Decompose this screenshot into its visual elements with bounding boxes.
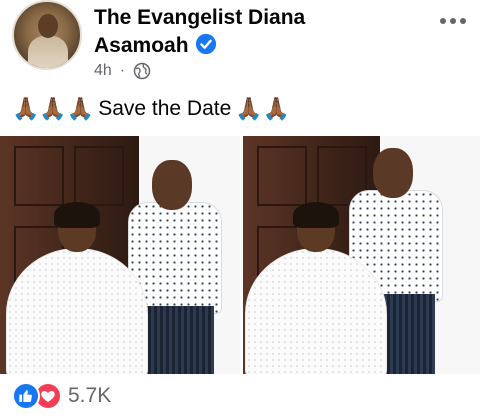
more-dot (450, 18, 456, 24)
avatar-face (38, 14, 58, 38)
man-head (373, 148, 413, 198)
woman-hair (54, 202, 100, 228)
door-panel (74, 146, 124, 206)
post-timestamp[interactable]: 4h (94, 62, 112, 80)
heart-icon (41, 391, 55, 402)
more-dot (460, 18, 466, 24)
globe-icon (133, 62, 151, 80)
avatar-body (28, 36, 68, 68)
author-avatar[interactable] (12, 0, 82, 70)
door-panel (14, 146, 64, 206)
post-caption: 🙏🏾🙏🏾🙏🏾 Save the Date 🙏🏾🙏🏾 (12, 96, 294, 122)
post-photo-left[interactable] (0, 136, 240, 374)
woman-figure (245, 202, 387, 374)
woman-figure (6, 202, 148, 374)
reactions-summary[interactable]: 5.7K (12, 382, 111, 410)
facebook-post: The Evangelist Diana Asamoah 4h · 🙏🏾🙏🏾🙏🏾… (0, 0, 480, 418)
caption-emoji-suffix: 🙏🏾🙏🏾 (235, 96, 291, 121)
door-panel (257, 146, 307, 206)
thumbs-up-icon (19, 390, 32, 402)
verified-badge-icon (195, 33, 216, 55)
post-photo-right[interactable] (243, 136, 480, 374)
man-head (152, 160, 192, 210)
like-icon (12, 382, 40, 410)
caption-text: Save the Date (98, 97, 232, 120)
more-dot (440, 18, 446, 24)
author-name-block[interactable]: The Evangelist Diana Asamoah (94, 4, 394, 60)
more-options-icon[interactable] (440, 18, 466, 26)
woman-dress (6, 248, 148, 374)
meta-separator: · (119, 62, 126, 79)
caption-emoji-prefix: 🙏🏾🙏🏾🙏🏾 (12, 96, 95, 121)
post-meta: 4h · (94, 62, 151, 80)
reaction-count[interactable]: 5.7K (68, 384, 111, 408)
woman-hair (293, 202, 339, 228)
woman-dress (245, 248, 387, 374)
